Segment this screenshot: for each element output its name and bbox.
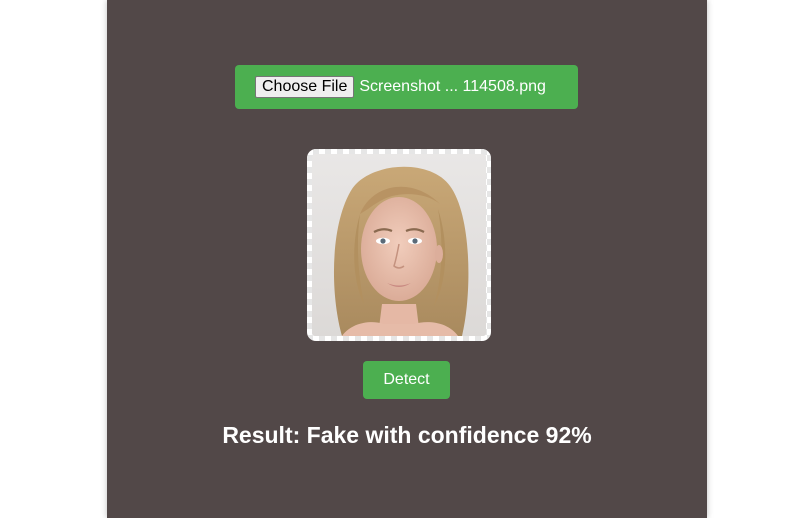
result-text: Result: Fake with confidence 92% — [222, 422, 592, 448]
face-photo-illustration — [312, 154, 486, 336]
main-panel: Choose File Screenshot ... 114508.png De… — [107, 0, 707, 518]
uploaded-face-photo — [312, 154, 486, 336]
choose-file-button[interactable]: Choose File — [255, 76, 355, 98]
detect-button[interactable]: Detect — [363, 361, 450, 399]
selected-file-name: Screenshot ... 114508.png — [359, 78, 546, 95]
file-upload-box: Choose File Screenshot ... 114508.png — [235, 65, 578, 109]
image-preview — [307, 149, 491, 341]
page: Choose File Screenshot ... 114508.png De… — [0, 0, 808, 518]
